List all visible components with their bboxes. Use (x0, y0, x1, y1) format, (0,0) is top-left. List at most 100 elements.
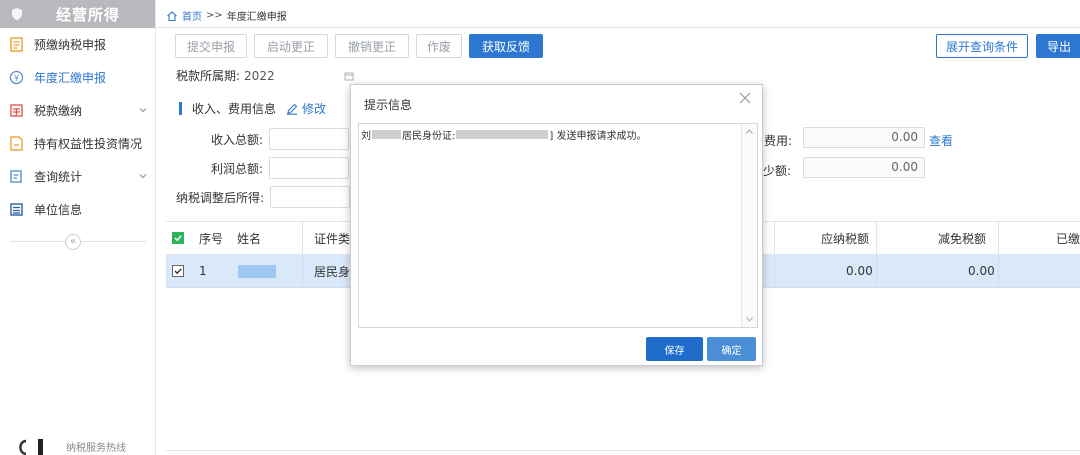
cancel-correction-button[interactable]: 撤销更正 (335, 34, 409, 58)
reduce-label: 少额: (763, 164, 792, 178)
header-name: 姓名 (237, 231, 262, 246)
income-input[interactable] (269, 128, 350, 150)
column-divider (302, 222, 303, 254)
expand-query-button[interactable]: 展开查询条件 (936, 34, 1028, 58)
tax-period-input[interactable]: 2022 (244, 69, 352, 83)
close-icon[interactable] (738, 91, 752, 105)
tax-period: 税款所属期: 2022 (176, 67, 354, 84)
shield-logo-icon (6, 3, 28, 25)
adjusted-income-row: 纳税调整后所得: (176, 186, 351, 208)
sidebar-item-tax-payment[interactable]: 税款缴纳 (0, 94, 155, 127)
app-window: 经营所得 预缴纳税申报 ¥ 年度汇缴申报 税款缴纳 持有权益性投资情况 查询统计… (0, 0, 1080, 455)
sidebar-header: 经营所得 (0, 0, 155, 28)
redacted-name (238, 264, 276, 278)
redacted-id-number (456, 130, 549, 139)
sidebar-item-label: 预缴纳税申报 (34, 38, 107, 52)
row-checkbox[interactable] (172, 265, 184, 277)
section-accent-bar (179, 102, 182, 115)
investment-icon (8, 136, 24, 152)
save-button[interactable]: 保存 (646, 337, 703, 361)
dialog-title: 提示信息 (364, 98, 413, 112)
header-tax-payable: 应纳税额 (821, 231, 870, 246)
hotline-logo-icon (19, 439, 43, 455)
svg-text:¥: ¥ (13, 74, 18, 83)
cost-input[interactable]: 0.00 (803, 127, 925, 148)
column-divider (876, 255, 877, 287)
adjusted-income-input[interactable] (270, 186, 351, 208)
sidebar-item-label: 单位信息 (34, 203, 83, 217)
start-correction-button[interactable]: 启动更正 (254, 34, 328, 58)
chevron-down-icon (139, 108, 147, 113)
column-divider (876, 222, 877, 254)
scroll-up-icon[interactable] (746, 129, 753, 134)
profit-label: 利润总额: (211, 161, 264, 176)
dialog-message: 刘 居民身份证: ] 发送申报请求成功。 (361, 127, 646, 142)
breadcrumb-divider (156, 27, 1080, 28)
edit-link[interactable]: 修改 (302, 100, 326, 117)
edit-icon[interactable] (286, 103, 298, 115)
sidebar-item-prepaid-declaration[interactable]: 预缴纳税申报 (0, 28, 155, 61)
export-button[interactable]: 导出 (1036, 34, 1080, 58)
message-id-label: 居民身份证: (402, 131, 456, 142)
message-scrollbar[interactable] (741, 124, 757, 327)
tax-period-label: 税款所属期: (176, 69, 241, 83)
sidebar-title: 经营所得 (56, 5, 121, 24)
query-icon (8, 169, 24, 185)
column-divider (774, 255, 775, 287)
form-icon (8, 37, 24, 53)
breadcrumb-current: 年度汇缴申报 (226, 12, 287, 23)
row-checkbox-cell (172, 255, 184, 287)
info-dialog: 提示信息 刘 居民身份证: ] 发送申报请求成功。 保存 确定 (350, 84, 763, 366)
section-title: 收入、费用信息 (192, 102, 277, 116)
void-button[interactable]: 作废 (416, 34, 462, 58)
get-feedback-button[interactable]: 获取反馈 (469, 34, 543, 58)
message-suffix: ] 发送申报请求成功。 (549, 131, 647, 142)
row-seq: 1 (199, 264, 207, 278)
yuan-circle-icon: ¥ (8, 70, 24, 86)
sidebar-item-unit-info[interactable]: 单位信息 (0, 193, 155, 226)
row-tax-payable: 0.00 (846, 264, 873, 278)
header-tax-relief: 减免税额 (938, 231, 987, 246)
hotline-label: 纳税服务热线 (66, 443, 126, 454)
home-icon (167, 10, 177, 21)
select-all-checkbox[interactable] (172, 232, 184, 244)
sidebar-item-label: 查询统计 (34, 170, 83, 184)
adjusted-income-label: 纳税调整后所得: (176, 190, 265, 205)
reduce-input[interactable]: 0.00 (803, 157, 925, 178)
submit-declaration-button[interactable]: 提交申报 (175, 34, 247, 58)
check-icon (174, 235, 182, 242)
dialog-message-box[interactable]: 刘 居民身份证: ] 发送申报请求成功。 (358, 123, 758, 328)
chevron-down-icon (139, 174, 147, 179)
view-cost-link[interactable]: 查看 (929, 132, 953, 149)
row-tax-relief: 0.00 (968, 264, 995, 278)
section-header: 收入、费用信息 修改 (179, 100, 326, 117)
calendar-icon[interactable] (344, 71, 354, 81)
income-row: 收入总额: (211, 128, 350, 150)
header-seq: 序号 (199, 231, 224, 246)
scroll-down-icon[interactable] (746, 317, 753, 322)
unit-info-icon (8, 202, 24, 218)
profit-row: 利润总额: (211, 157, 350, 179)
sidebar-item-equity-investment[interactable]: 持有权益性投资情况 (0, 127, 155, 160)
sidebar-item-query-stats[interactable]: 查询统计 (0, 160, 155, 193)
sidebar-item-label: 年度汇缴申报 (34, 71, 107, 85)
message-prefix: 刘 (361, 131, 371, 142)
sidebar-item-label: 税款缴纳 (34, 104, 83, 118)
sidebar-item-annual-declaration[interactable]: ¥ 年度汇缴申报 (0, 61, 155, 94)
breadcrumb-home-link[interactable]: 首页 (182, 8, 202, 23)
confirm-button[interactable]: 确定 (707, 337, 756, 361)
payment-icon (8, 103, 24, 119)
income-label: 收入总额: (211, 132, 264, 147)
sidebar: 经营所得 预缴纳税申报 ¥ 年度汇缴申报 税款缴纳 持有权益性投资情况 查询统计… (0, 0, 156, 455)
sidebar-collapse-button[interactable]: « (65, 234, 81, 250)
table-bottom-border (166, 450, 1080, 451)
sidebar-item-label: 持有权益性投资情况 (34, 137, 143, 151)
check-icon (174, 268, 182, 275)
profit-input[interactable] (269, 157, 350, 179)
header-paid: 已缴 (1056, 231, 1080, 246)
select-all-checkbox-cell (172, 222, 184, 254)
breadcrumb: 首页 >> 年度汇缴申报 (166, 8, 287, 23)
cost-label: 费用: (764, 134, 793, 148)
redacted-name (372, 130, 401, 139)
column-divider (302, 255, 303, 287)
